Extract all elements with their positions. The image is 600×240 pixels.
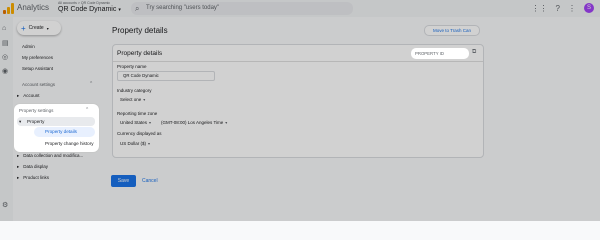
cancel-button[interactable]: Cancel: [142, 175, 158, 187]
move-to-trash-button[interactable]: Move to Trash Can: [424, 25, 480, 36]
sidebar-item-data-collection[interactable]: ▸ Data collection and modifica...: [17, 153, 83, 159]
section-account-settings: Account settings: [22, 82, 56, 87]
sidebar-item-product-links[interactable]: ▸ Product links: [17, 175, 49, 181]
page-title: Property details: [112, 26, 168, 35]
divider: [113, 61, 483, 62]
sidebar-item-label: Data collection and modifica...: [23, 153, 84, 158]
sidebar-item-preferences[interactable]: My preferences: [22, 55, 53, 60]
sidebar-item-label: Property details: [45, 129, 77, 134]
timezone-label: Reporting time zone: [117, 111, 158, 116]
explore-icon[interactable]: ◎: [2, 53, 8, 61]
plus-icon: +: [21, 23, 26, 33]
sidebar-item-label: Product links: [23, 175, 50, 180]
property-name-input[interactable]: QR Code Dynamic: [117, 71, 215, 81]
sidebar-item-setup-assistant[interactable]: Setup Assistant: [22, 66, 53, 71]
left-rail: ⌂ ▤ ◎ ◉ ⚙: [0, 17, 13, 221]
top-actions: ⋮⋮ ? ⋮ S: [532, 3, 594, 13]
apps-grid-icon[interactable]: ⋮⋮: [532, 4, 548, 13]
property-selector[interactable]: QR Code Dynamic ▾: [58, 6, 121, 13]
search-placeholder: Try searching "users today": [146, 5, 220, 11]
sidebar-item-property[interactable]: ▾ Property: [17, 117, 95, 126]
avatar[interactable]: S: [584, 3, 594, 13]
section-property-settings: Property settings: [19, 108, 54, 113]
search-bar[interactable]: ⌕ Try searching "users today": [131, 2, 353, 15]
sidebar-item-label: Account: [23, 93, 40, 98]
sidebar-item-data-display[interactable]: ▸ Data display: [17, 164, 48, 170]
timezone-value: (GMT-08:00) Los Angeles Time: [161, 120, 224, 125]
property-name-label: Property name: [117, 64, 147, 69]
section-collapse-icon[interactable]: ⌃: [89, 81, 93, 87]
sidebar-item-property-change-history[interactable]: Property change history: [45, 141, 94, 146]
create-button[interactable]: + Create ▾: [17, 21, 61, 35]
property-id-field[interactable]: PROPERTY ID: [411, 48, 469, 59]
sidebar-item-admin[interactable]: Admin: [22, 44, 35, 49]
app-title: Analytics: [17, 3, 50, 12]
currency-label: Currency displayed as: [117, 131, 162, 136]
chevron-down-icon: ▾: [118, 7, 121, 13]
dropdown-arrow-icon: ▾: [143, 97, 146, 102]
card-title: Property details: [117, 50, 163, 57]
industry-value: Select one: [120, 97, 142, 102]
reports-icon[interactable]: ▤: [2, 39, 9, 47]
expand-arrow-icon: ▸: [17, 175, 20, 180]
expand-arrow-icon: ▸: [17, 153, 20, 158]
property-details-card: Property details PROPERTY ID ⧉ Property …: [112, 44, 484, 158]
industry-label: Industry category: [117, 88, 152, 93]
expand-arrow-icon: ▾: [19, 119, 22, 124]
top-bar: Analytics All accounts > QR Code Dynamic…: [0, 0, 600, 17]
more-vert-icon[interactable]: ⋮: [568, 4, 576, 13]
timezone-country-value: United States: [120, 120, 148, 125]
save-button[interactable]: Save: [111, 175, 136, 187]
property-selector-label: QR Code Dynamic: [58, 6, 117, 13]
property-settings-menu: Property settings ⌃ ▾ Property Property …: [14, 104, 99, 152]
sidebar-item-property-details[interactable]: Property details: [34, 127, 95, 137]
currency-select[interactable]: US Dollar ($) ▾: [120, 141, 150, 146]
currency-value: US Dollar ($): [120, 141, 147, 146]
sidebar-item-account[interactable]: ▸ Account: [17, 93, 40, 99]
account-path: All accounts > QR Code Dynamic: [58, 1, 111, 5]
timezone-country-select[interactable]: United States ▾: [120, 120, 151, 125]
chevron-down-icon: ▾: [46, 25, 49, 31]
copy-icon[interactable]: ⧉: [472, 49, 476, 56]
sidebar-item-label: Data display: [23, 164, 49, 169]
analytics-logo-icon[interactable]: [3, 3, 14, 14]
help-icon[interactable]: ?: [556, 4, 560, 13]
admin-gear-icon[interactable]: ⚙: [2, 201, 8, 209]
create-label: Create: [28, 25, 44, 31]
section-collapse-icon[interactable]: ⌃: [85, 107, 89, 113]
timezone-select[interactable]: (GMT-08:00) Los Angeles Time ▾: [161, 120, 227, 125]
dropdown-arrow-icon: ▾: [225, 120, 228, 125]
advertising-icon[interactable]: ◉: [2, 67, 8, 75]
search-icon: ⌕: [135, 4, 140, 13]
dropdown-arrow-icon: ▾: [149, 120, 152, 125]
industry-select[interactable]: Select one ▾: [120, 97, 145, 102]
home-icon[interactable]: ⌂: [2, 25, 6, 32]
dropdown-arrow-icon: ▾: [148, 141, 151, 146]
sidebar-item-label: Property: [27, 119, 45, 124]
expand-arrow-icon: ▸: [17, 93, 20, 98]
expand-arrow-icon: ▸: [17, 164, 20, 169]
